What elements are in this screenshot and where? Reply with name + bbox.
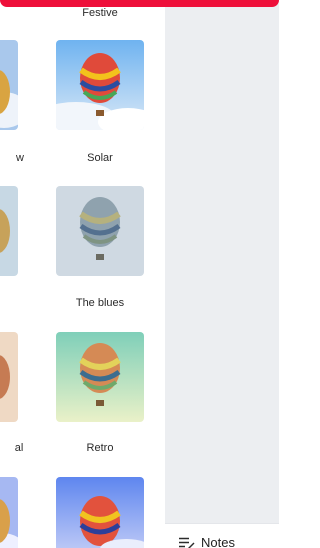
editor-bottom-bar: Notes xyxy=(165,523,279,548)
filter-thumb-partial-4[interactable] xyxy=(0,477,18,548)
filter-caption-the-blues: The blues xyxy=(75,297,125,309)
filter-thumb-partial-3[interactable] xyxy=(0,332,18,422)
filter-thumb-retro[interactable] xyxy=(56,332,144,422)
filter-caption-partial-3: al xyxy=(14,442,24,454)
editor-canvas-area xyxy=(165,0,279,548)
filter-panel: Festive w Solar The blues al Retro xyxy=(0,0,165,548)
filter-caption-retro: Retro xyxy=(86,442,114,454)
filter-thumb-solar[interactable] xyxy=(56,40,144,130)
notes-label: Notes xyxy=(201,535,235,548)
filter-caption-festive: Festive xyxy=(82,7,118,19)
notes-icon xyxy=(179,537,195,548)
top-banner xyxy=(0,0,279,7)
filter-thumb-next[interactable] xyxy=(56,477,144,548)
filter-thumb-partial-1[interactable] xyxy=(0,40,18,130)
notes-button[interactable]: Notes xyxy=(179,535,235,548)
filter-thumb-partial-2[interactable] xyxy=(0,186,18,276)
filter-thumb-the-blues[interactable] xyxy=(56,186,144,276)
filter-caption-partial-1: w xyxy=(16,152,24,164)
filter-caption-solar: Solar xyxy=(87,152,113,164)
